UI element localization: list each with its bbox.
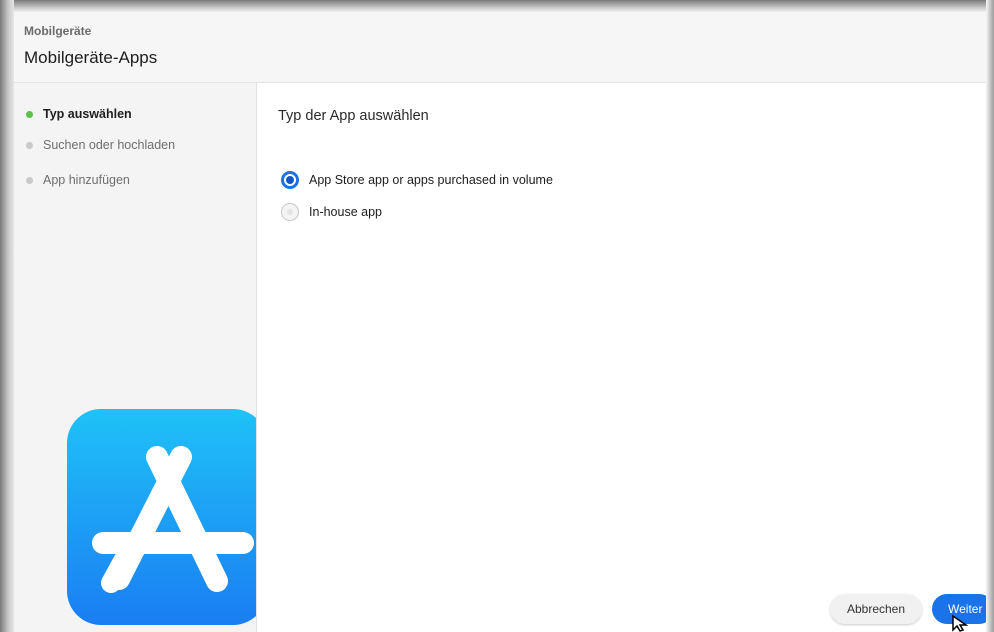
step-label: Typ auswählen <box>43 107 132 121</box>
step-label: App hinzufügen <box>43 173 130 187</box>
window-shadow-top <box>0 0 994 12</box>
step-add-app[interactable]: App hinzufügen <box>26 173 130 187</box>
radio-selected[interactable] <box>281 171 299 189</box>
option-in-house[interactable]: In-house app <box>281 203 382 221</box>
main-content: Typ der App auswählen App Store app or a… <box>257 83 986 632</box>
option-label: In-house app <box>309 205 382 219</box>
window-shadow-right <box>986 0 994 632</box>
section-title: Typ der App auswählen <box>278 108 429 124</box>
step-status-dot <box>26 110 33 118</box>
page-title: Mobilgeräte-Apps <box>24 48 158 67</box>
option-label: App Store app or apps purchased in volum… <box>309 173 553 187</box>
step-status-dot <box>26 176 33 184</box>
step-select-type[interactable]: Typ auswählen <box>26 107 132 121</box>
radio-unselected[interactable] <box>281 203 299 221</box>
breadcrumb[interactable]: Mobilgeräte <box>24 24 91 38</box>
window-shadow-left <box>0 0 14 632</box>
step-status-dot <box>26 141 33 149</box>
cursor-icon <box>952 614 969 632</box>
step-search-or-upload[interactable]: Suchen oder hochladen <box>26 138 175 152</box>
app-window: Mobilgeräte Mobilgeräte-Apps Typ auswähl… <box>14 12 986 632</box>
app-store-icon <box>67 409 256 625</box>
cancel-button[interactable]: Abbrechen <box>830 594 922 624</box>
step-label: Suchen oder hochladen <box>43 138 176 152</box>
header: Mobilgeräte Mobilgeräte-Apps <box>14 12 986 83</box>
wizard-steps-sidebar: Typ auswählen Suchen oder hochladen App … <box>14 83 257 632</box>
option-app-store[interactable]: App Store app or apps purchased in volum… <box>281 171 553 189</box>
